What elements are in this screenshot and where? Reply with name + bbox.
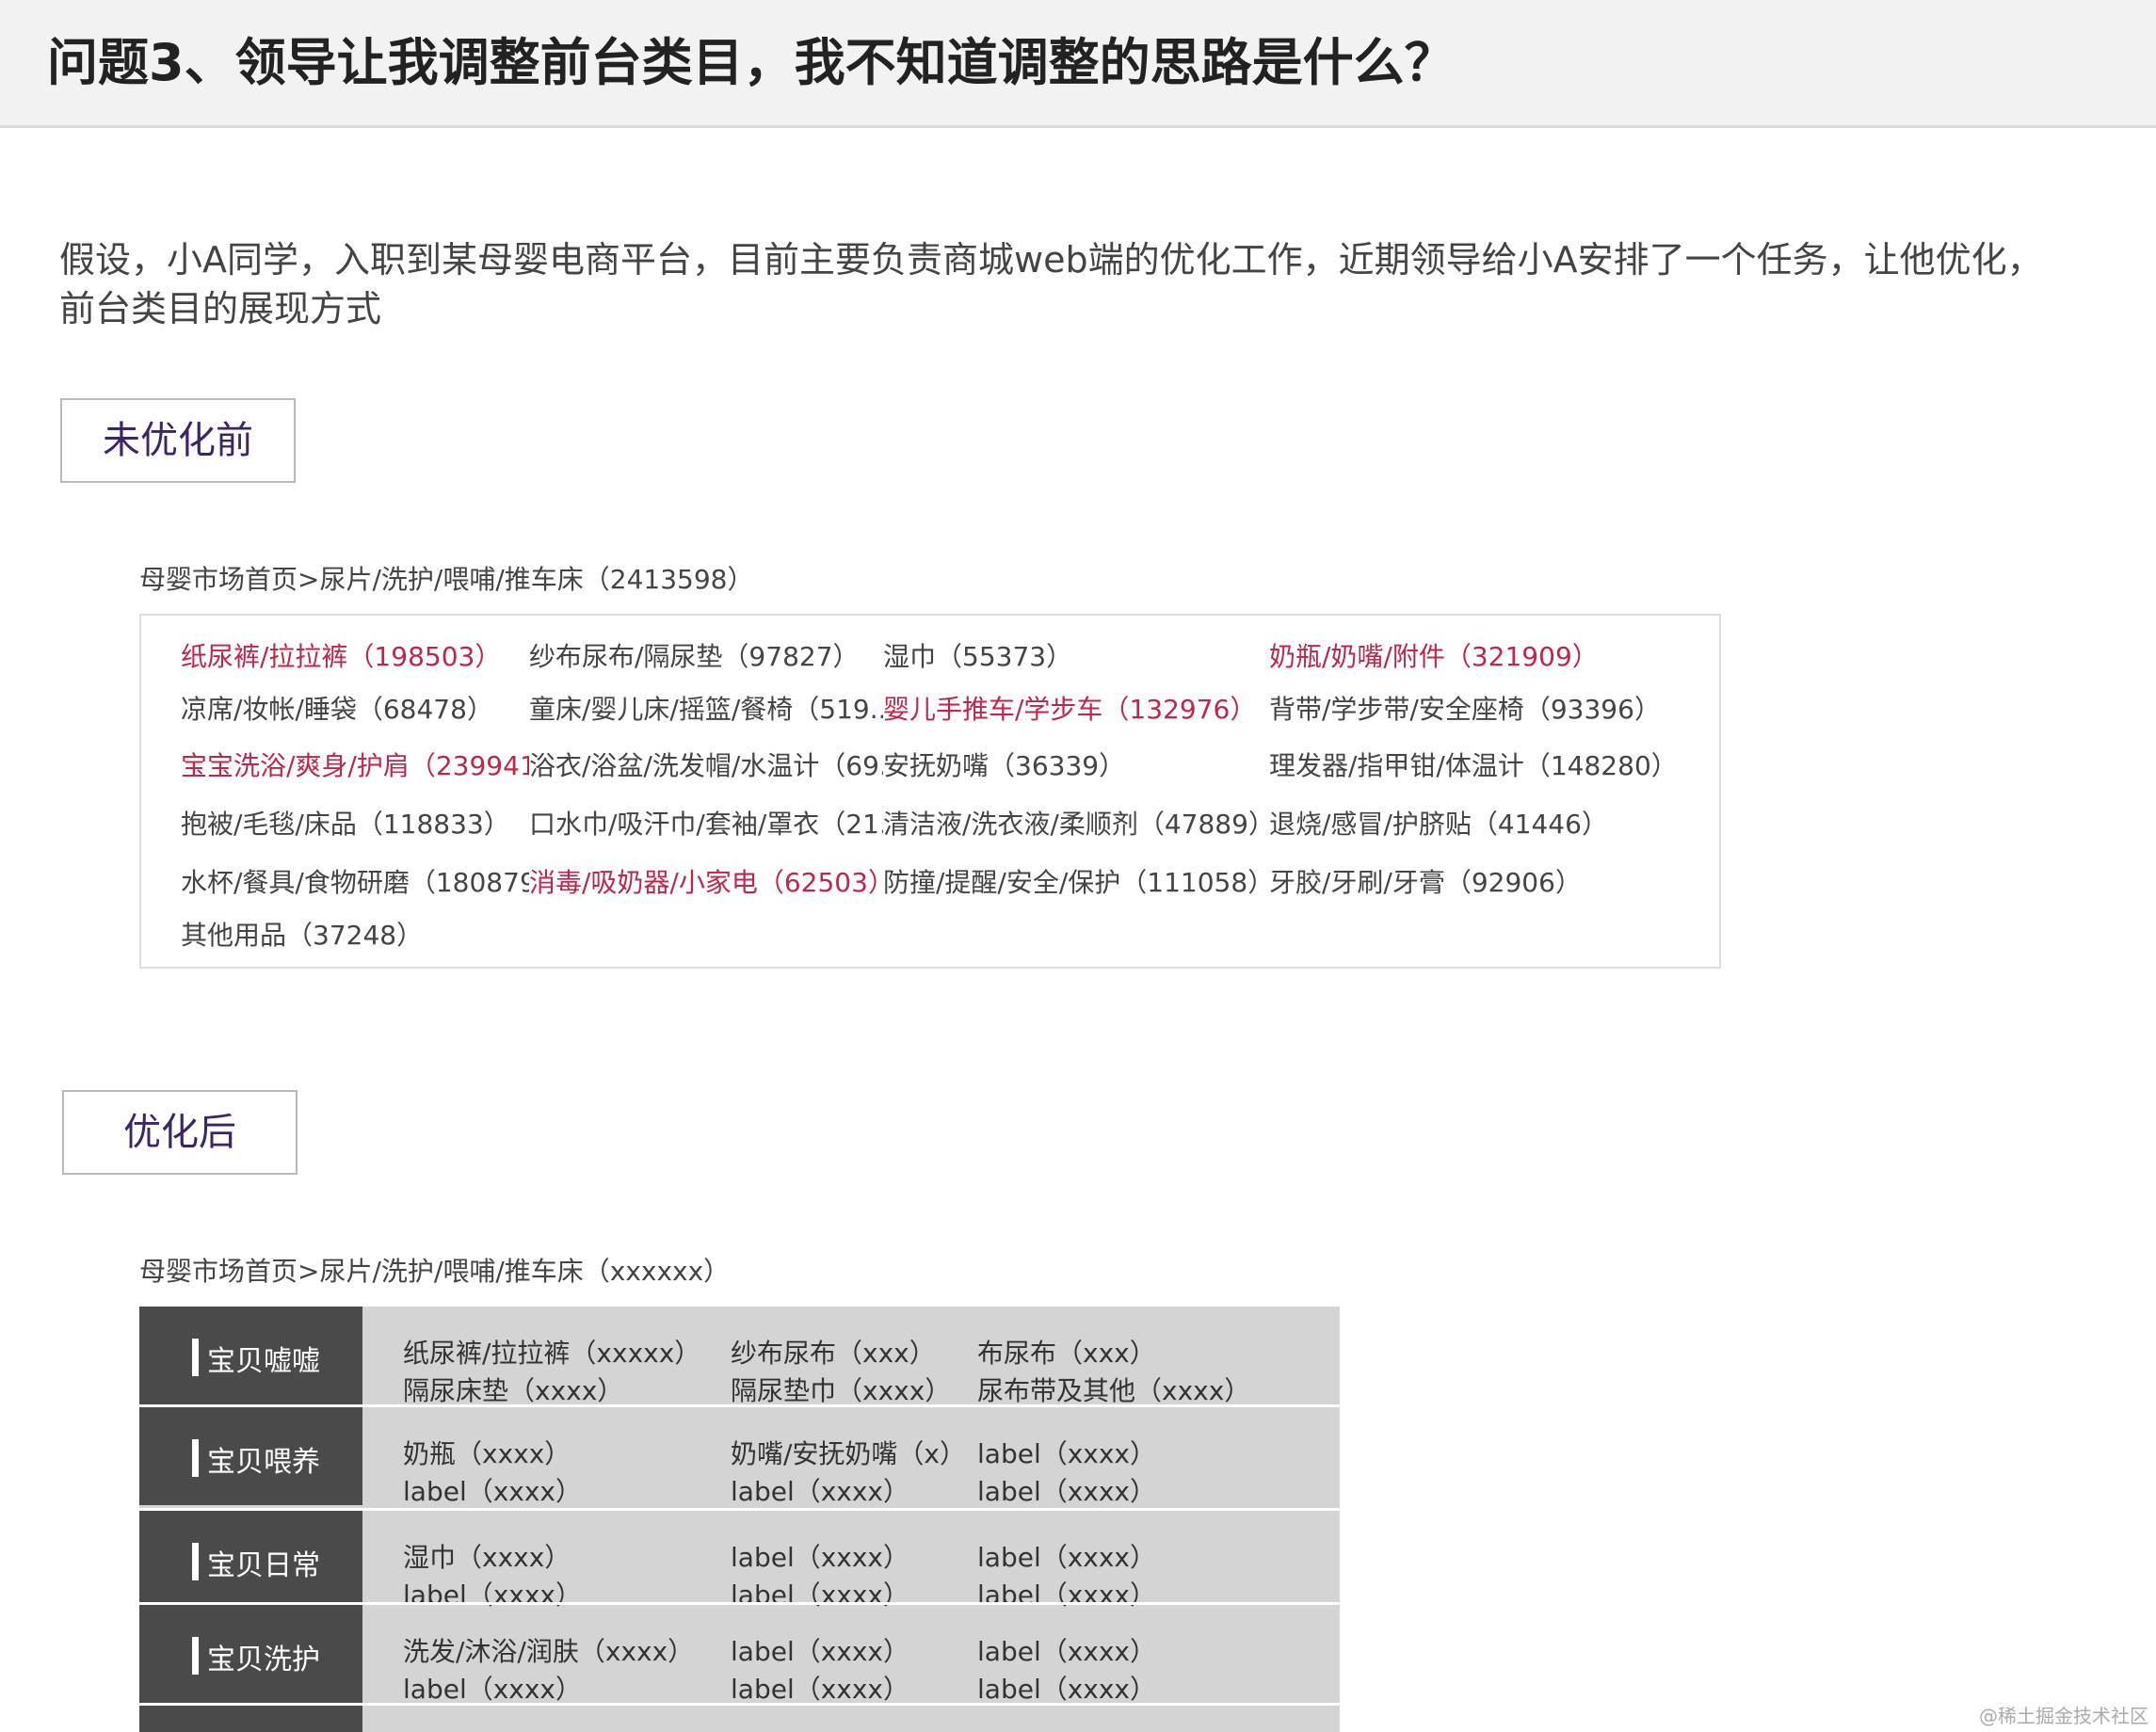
category-link[interactable]: 婴儿手推车/学步车（132976） bbox=[883, 689, 1269, 727]
subcategory-link[interactable]: 布尿布（xxx） bbox=[977, 1333, 1156, 1371]
category-link[interactable]: 牙胶/牙刷/牙膏（92906） bbox=[1269, 862, 1683, 900]
category-link[interactable]: 退烧/感冒/护脐贴（41446） bbox=[1269, 804, 1683, 842]
category-link[interactable]: 纸尿裤/拉拉裤（198503） bbox=[181, 636, 529, 674]
subcategory-link[interactable]: label（xxxx） bbox=[403, 1471, 582, 1509]
header-bar: 问题3、领导让我调整前台类目，我不知道调整的思路是什么？ bbox=[0, 0, 2156, 128]
category-link[interactable]: 理发器/指甲钳/体温计（148280） bbox=[1269, 746, 1683, 783]
section-label-before: 未优化前 bbox=[60, 398, 296, 483]
category-link[interactable]: 安抚奶嘴（36339） bbox=[883, 746, 1269, 783]
group-marker-icon bbox=[192, 1637, 199, 1675]
category-link[interactable]: 纱布尿布/隔尿垫（97827） bbox=[529, 636, 883, 674]
subcategory-link[interactable]: 洗发/沐浴/润肤（xxxx） bbox=[403, 1631, 694, 1669]
subcategory-link[interactable]: label（xxxx） bbox=[731, 1669, 909, 1707]
subcategory-link[interactable]: 隔尿垫巾（xxxx） bbox=[731, 1371, 951, 1408]
group-header[interactable]: 宝贝日常 bbox=[139, 1511, 362, 1609]
subcategory-link[interactable]: label（xxxx） bbox=[977, 1669, 1156, 1707]
section-label-after: 优化后 bbox=[62, 1090, 298, 1175]
subcategory-link[interactable]: label（xxxx） bbox=[977, 1434, 1156, 1471]
subcategory-link[interactable]: label（xxxx） bbox=[731, 1471, 909, 1509]
category-link[interactable]: 其他用品（37248） bbox=[181, 915, 529, 953]
category-group-row: 宝贝嘘嘘 纸尿裤/拉拉裤（xxxxx） 纱布尿布（xxx） 布尿布（xxx） 隔尿床垫（… bbox=[139, 1307, 1340, 1406]
group-header[interactable]: 宝贝喂养 bbox=[139, 1407, 362, 1505]
group-header[interactable]: 宝贝嘘嘘 bbox=[139, 1307, 362, 1404]
category-link[interactable]: 消毒/吸奶器/小家电（62503） bbox=[529, 862, 883, 900]
subcategory-link[interactable]: 奶嘴/安抚奶嘴（x） bbox=[731, 1434, 966, 1471]
category-link[interactable]: 抱被/毛毯/床品（118833） bbox=[181, 804, 529, 842]
group-title: 宝贝喂养 bbox=[207, 1446, 320, 1479]
category-link[interactable]: 清洁液/洗衣液/柔顺剂（47889） bbox=[883, 804, 1269, 842]
category-group-row: 宝贝日常 湿巾（xxxx） label（xxxx） label（xxxx） label（… bbox=[139, 1511, 1340, 1611]
group-header[interactable]: 宝贝洗护 bbox=[139, 1605, 362, 1703]
subcategory-link[interactable]: 奶瓶（xxxx） bbox=[403, 1434, 571, 1471]
category-link[interactable]: 口水巾/吸汗巾/套袖/罩衣（21. bbox=[529, 804, 883, 842]
row-divider bbox=[139, 1602, 1340, 1605]
subcategory-link[interactable]: label（xxxx） bbox=[731, 1537, 909, 1575]
subcategory-link[interactable]: 尿布带及其他（xxxx） bbox=[977, 1371, 1250, 1408]
category-link[interactable]: 童床/婴儿床/摇篮/餐椅（519... bbox=[529, 689, 883, 727]
group-header bbox=[139, 1706, 362, 1732]
group-marker-icon bbox=[192, 1543, 199, 1580]
group-title: 宝贝日常 bbox=[207, 1549, 320, 1582]
subcategory-link[interactable]: 湿巾（xxxx） bbox=[403, 1537, 571, 1575]
category-link[interactable]: 湿巾（55373） bbox=[883, 636, 1269, 674]
category-link[interactable]: 水杯/餐具/食物研磨（180879 bbox=[181, 862, 529, 900]
subcategory-link[interactable]: 纸尿裤/拉拉裤（xxxxx） bbox=[403, 1333, 700, 1371]
category-box-before: 纸尿裤/拉拉裤（198503） 纱布尿布/隔尿垫（97827） 湿巾（55373）奶… bbox=[139, 614, 1721, 969]
page-title: 问题3、领导让我调整前台类目，我不知道调整的思路是什么？ bbox=[47, 33, 1456, 92]
category-table-after: 宝贝嘘嘘 纸尿裤/拉拉裤（xxxxx） 纱布尿布（xxx） 布尿布（xxx） 隔尿床垫（… bbox=[139, 1307, 1340, 1732]
subcategory-link[interactable]: label（xxxx） bbox=[731, 1631, 909, 1669]
intro-paragraph: 假设，小A同学，入职到某母婴电商平台，目前主要负责商城web端的优化工作，近期领… bbox=[59, 239, 2043, 329]
breadcrumb-after[interactable]: 母婴市场首页>尿片/洗护/喂哺/推车床（xxxxxx） bbox=[139, 1251, 730, 1289]
category-link[interactable]: 奶瓶/奶嘴/附件（321909） bbox=[1269, 636, 1683, 674]
category-group-row: 宝贝洗护 洗发/沐浴/润肤（xxxx） label（xxxx） label（xxxx）… bbox=[139, 1605, 1340, 1705]
category-link[interactable]: 凉席/妆帐/睡袋（68478） bbox=[181, 689, 529, 727]
row-divider bbox=[139, 1508, 1340, 1511]
subcategory-link[interactable]: label（xxxx） bbox=[977, 1631, 1156, 1669]
group-marker-icon bbox=[192, 1439, 199, 1477]
subcategory-link[interactable]: label（xxxx） bbox=[977, 1537, 1156, 1575]
subcategory-link[interactable]: label（xxxx） bbox=[977, 1471, 1156, 1509]
group-title: 宝贝嘘嘘 bbox=[207, 1345, 320, 1378]
breadcrumb-before[interactable]: 母婴市场首页>尿片/洗护/喂哺/推车床（2413598） bbox=[139, 559, 753, 597]
category-group-row: 宝贝喂养 奶瓶（xxxx） 奶嘴/安抚奶嘴（x） label（xxxx） label（x… bbox=[139, 1407, 1340, 1507]
category-link[interactable]: 背带/学步带/安全座椅（93396） bbox=[1269, 689, 1683, 727]
category-link[interactable]: 浴衣/浴盆/洗发帽/水温计（69. bbox=[529, 746, 883, 783]
group-title: 宝贝洗护 bbox=[207, 1644, 320, 1676]
category-link[interactable]: 宝宝洗浴/爽身/护肩（239941 bbox=[181, 746, 529, 783]
group-marker-icon bbox=[192, 1339, 199, 1376]
subcategory-link[interactable]: 纱布尿布（xxx） bbox=[731, 1333, 936, 1371]
subcategory-link[interactable]: label（xxxx） bbox=[403, 1669, 582, 1707]
row-divider bbox=[139, 1404, 1340, 1407]
watermark: @稀土掘金技术社区 bbox=[1979, 1705, 2148, 1727]
subcategory-link[interactable]: 隔尿床垫（xxxx） bbox=[403, 1371, 623, 1408]
category-link[interactable]: 防撞/提醒/安全/保护（111058） bbox=[883, 862, 1269, 900]
